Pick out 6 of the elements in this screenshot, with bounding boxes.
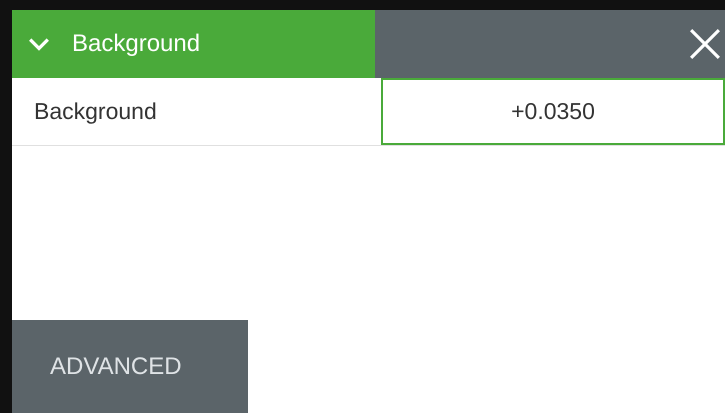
value-field[interactable]: +0.0350 [381, 78, 725, 145]
chevron-down-icon [28, 36, 50, 52]
advanced-button[interactable]: ADVANCED [12, 320, 248, 413]
field-label: Background [33, 97, 158, 126]
panel-header[interactable]: Background [12, 10, 375, 78]
close-icon[interactable] [689, 28, 721, 60]
